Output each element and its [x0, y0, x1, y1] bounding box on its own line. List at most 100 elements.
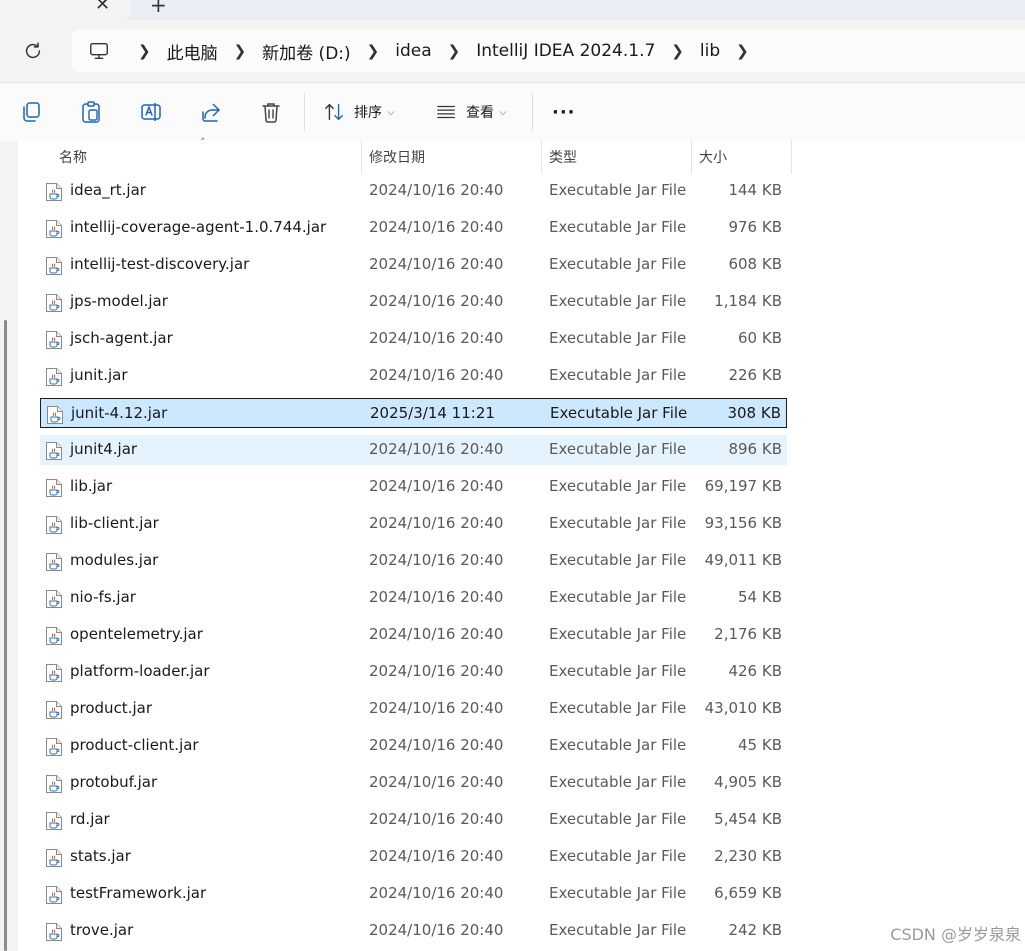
- file-name: stats.jar: [70, 847, 131, 865]
- file-row[interactable]: stats.jar 2024/10/16 20:40 Executable Jar …: [40, 842, 787, 872]
- file-row[interactable]: junit4.jar 2024/10/16 20:40 Executable Jar…: [40, 435, 787, 465]
- jar-file-icon: [45, 515, 63, 535]
- jar-file-icon: [45, 737, 63, 757]
- column-divider[interactable]: [691, 140, 692, 174]
- column-header-size[interactable]: 大小: [699, 140, 727, 174]
- column-header-date[interactable]: 修改日期: [369, 140, 425, 174]
- file-row[interactable]: lib-client.jar 2024/10/16 20:40 Executable…: [40, 509, 787, 539]
- breadcrumb-item-intellij[interactable]: IntelliJ IDEA 2024.1.7: [476, 41, 655, 61]
- jar-file-icon: [45, 552, 63, 572]
- more-options-button[interactable]: ···: [552, 97, 576, 127]
- jar-file-icon: [45, 330, 63, 350]
- file-size: 226 KB: [728, 366, 782, 384]
- file-row[interactable]: rd.jar 2024/10/16 20:40 Executable Jar Fil…: [40, 805, 787, 835]
- file-name: junit-4.12.jar: [71, 404, 168, 422]
- file-date: 2024/10/16 20:40: [369, 921, 504, 939]
- file-size: 242 KB: [728, 921, 782, 939]
- file-row[interactable]: idea_rt.jar 2024/10/16 20:40 Executable Ja…: [40, 176, 787, 206]
- column-divider[interactable]: [361, 140, 362, 174]
- breadcrumb-item-drive-d[interactable]: 新加卷 (D:): [262, 39, 351, 64]
- breadcrumb-item-lib[interactable]: lib: [700, 41, 720, 61]
- file-row[interactable]: intellij-test-discovery.jar 2024/10/16 20…: [40, 250, 787, 280]
- file-row[interactable]: product-client.jar 2024/10/16 20:40 Execut…: [40, 731, 787, 761]
- file-size: 45 KB: [738, 736, 782, 754]
- file-row[interactable]: modules.jar 2024/10/16 20:40 Executable Ja…: [40, 546, 787, 576]
- file-row[interactable]: protobuf.jar 2024/10/16 20:40 Executable J…: [40, 768, 787, 798]
- close-tab-icon[interactable]: ✕: [95, 0, 110, 15]
- breadcrumb: ❯ 此电脑 ❯ 新加卷 (D:) ❯ idea ❯ IntelliJ IDEA …: [122, 30, 765, 72]
- file-date: 2024/10/16 20:40: [369, 329, 504, 347]
- sort-label: 排序: [354, 105, 382, 121]
- file-name: product-client.jar: [70, 736, 199, 754]
- file-name: intellij-coverage-agent-1.0.744.jar: [70, 218, 327, 236]
- view-button[interactable]: 查看 ⌵: [435, 97, 507, 127]
- chevron-right-icon[interactable]: ❯: [218, 42, 263, 60]
- file-row[interactable]: trove.jar 2024/10/16 20:40 Executable Jar …: [40, 916, 787, 946]
- share-icon[interactable]: [199, 100, 223, 124]
- paste-icon[interactable]: [79, 100, 103, 124]
- chevron-right-icon[interactable]: ❯: [432, 42, 477, 60]
- view-icon: [437, 105, 455, 119]
- file-date: 2024/10/16 20:40: [369, 588, 504, 606]
- rename-icon[interactable]: [139, 100, 163, 124]
- chevron-right-icon[interactable]: ❯: [655, 42, 700, 60]
- file-row[interactable]: jsch-agent.jar 2024/10/16 20:40 Executable…: [40, 324, 787, 354]
- file-type: Executable Jar File: [549, 218, 687, 236]
- file-name: idea_rt.jar: [70, 181, 146, 199]
- file-name: nio-fs.jar: [70, 588, 136, 606]
- refresh-icon[interactable]: [22, 40, 44, 62]
- computer-icon[interactable]: [88, 40, 110, 62]
- jar-file-icon: [45, 478, 63, 498]
- file-name: lib-client.jar: [70, 514, 159, 532]
- file-row[interactable]: product.jar 2024/10/16 20:40 Executable Ja…: [40, 694, 787, 724]
- file-size: 54 KB: [738, 588, 782, 606]
- file-type: Executable Jar File: [549, 625, 687, 643]
- file-name: junit4.jar: [70, 440, 138, 458]
- file-type: Executable Jar File: [549, 440, 687, 458]
- address-bar[interactable]: ❯ 此电脑 ❯ 新加卷 (D:) ❯ idea ❯ IntelliJ IDEA …: [72, 30, 1025, 72]
- jar-file-icon: [45, 293, 63, 313]
- file-date: 2024/10/16 20:40: [369, 514, 504, 532]
- new-tab-button[interactable]: +: [150, 0, 167, 17]
- file-row[interactable]: opentelemetry.jar 2024/10/16 20:40 Executa…: [40, 620, 787, 650]
- chevron-right-icon[interactable]: ❯: [351, 42, 396, 60]
- column-header-type[interactable]: 类型: [549, 140, 577, 174]
- file-row[interactable]: junit.jar 2024/10/16 20:40 Executable Jar …: [40, 361, 787, 391]
- delete-icon[interactable]: [259, 100, 283, 124]
- jar-file-icon: [45, 663, 63, 683]
- file-name: trove.jar: [70, 921, 134, 939]
- sort-button[interactable]: 排序 ⌵: [323, 97, 395, 127]
- file-name: protobuf.jar: [70, 773, 158, 791]
- column-header-name[interactable]: 名称: [59, 140, 87, 174]
- file-type: Executable Jar File: [549, 699, 687, 717]
- file-type: Executable Jar File: [549, 329, 687, 347]
- file-date: 2024/10/16 20:40: [369, 662, 504, 680]
- column-divider[interactable]: [541, 140, 542, 174]
- chevron-right-icon[interactable]: ❯: [720, 42, 765, 60]
- file-size: 896 KB: [728, 440, 782, 458]
- file-type: Executable Jar File: [549, 551, 687, 569]
- file-row[interactable]: lib.jar 2024/10/16 20:40 Executable Jar Fi…: [40, 472, 787, 502]
- file-date: 2024/10/16 20:40: [369, 773, 504, 791]
- file-row[interactable]: platform-loader.jar 2024/10/16 20:40 Execu…: [40, 657, 787, 687]
- file-type: Executable Jar File: [549, 181, 687, 199]
- scrollbar[interactable]: [4, 320, 7, 951]
- breadcrumb-item-idea[interactable]: idea: [395, 41, 431, 61]
- jar-file-icon: [45, 811, 63, 831]
- active-tab[interactable]: ✕: [0, 0, 130, 20]
- command-bar: 排序 ⌵ 查看 ⌵ ···: [0, 82, 1025, 141]
- chevron-right-icon[interactable]: ❯: [122, 42, 167, 60]
- chevron-down-icon: ⌵: [499, 106, 507, 118]
- file-row[interactable]: nio-fs.jar 2024/10/16 20:40 Executable Jar…: [40, 583, 787, 613]
- column-divider[interactable]: [791, 140, 792, 174]
- breadcrumb-item-this-pc[interactable]: 此电脑: [167, 39, 218, 64]
- file-type: Executable Jar File: [549, 292, 687, 310]
- file-row[interactable]: jps-model.jar 2024/10/16 20:40 Executable …: [40, 287, 787, 317]
- file-row[interactable]: testFramework.jar 2024/10/16 20:40 Executa…: [40, 879, 787, 909]
- jar-file-icon: [45, 626, 63, 646]
- file-name: testFramework.jar: [70, 884, 207, 902]
- file-row[interactable]: junit-4.12.jar 2025/3/14 11:21 Executable …: [40, 398, 787, 428]
- copy-icon[interactable]: [19, 100, 43, 124]
- toolbar-divider: [304, 93, 305, 131]
- file-row[interactable]: intellij-coverage-agent-1.0.744.jar 2024/…: [40, 213, 787, 243]
